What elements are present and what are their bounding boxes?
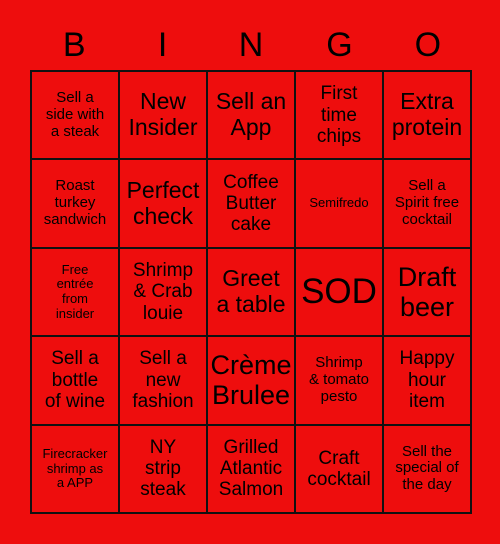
bingo-cell-label: Happy hour item xyxy=(399,348,455,413)
bingo-card: B I N G O Sell a side with a steak New I… xyxy=(0,0,500,544)
bingo-cell[interactable]: Semifredo xyxy=(296,160,384,249)
bingo-cell[interactable]: Firecracker shrimp as a APP xyxy=(32,425,120,514)
bingo-cell[interactable]: Sell a side with a steak xyxy=(32,72,120,161)
bingo-cell[interactable]: NY strip steak xyxy=(120,425,208,514)
bingo-cell[interactable]: Sell a new fashion xyxy=(120,337,208,426)
bingo-cell[interactable]: Draft beer xyxy=(384,248,472,338)
bingo-cell-label: Sell an App xyxy=(215,88,287,141)
bingo-cell[interactable]: Roast turkey sandwich xyxy=(32,160,120,249)
bingo-cell-label: First time chips xyxy=(316,83,362,147)
bingo-cell[interactable]: Greet a table xyxy=(208,248,296,338)
bingo-cell[interactable]: Sell a bottle of wine xyxy=(32,337,120,426)
bingo-cell-label: Sell a new fashion xyxy=(132,348,194,413)
bingo-cell[interactable]: Perfect check xyxy=(120,160,208,249)
bingo-cell-label: Semifredo xyxy=(309,195,369,211)
bingo-cell-label: Sell a side with a steak xyxy=(45,89,105,140)
bingo-cell-label: Firecracker shrimp as a APP xyxy=(42,445,108,491)
bingo-cell-label: SOD xyxy=(301,272,377,312)
bingo-cell-label: Grilled Atlantic Salmon xyxy=(218,436,284,501)
bingo-cell-label: Crème Brulee xyxy=(210,350,292,411)
bingo-cell-label: Coffee Butter cake xyxy=(223,171,279,236)
bingo-cell-label: Greet a table xyxy=(216,265,286,317)
bingo-cell-label: Craft cocktail xyxy=(307,447,371,490)
bingo-cell[interactable]: Coffee Butter cake xyxy=(208,160,296,249)
bingo-cell[interactable]: Craft cocktail xyxy=(296,425,384,514)
bingo-cell[interactable]: First time chips xyxy=(296,72,384,161)
header-letter-b: B xyxy=(62,26,86,64)
header-letter-g: G xyxy=(326,26,353,64)
bingo-cell-label: Sell a bottle of wine xyxy=(44,348,106,413)
header-letter-i: I xyxy=(157,26,168,64)
bingo-cell-label: Free entrée from insider xyxy=(55,261,95,321)
bingo-cell-label: Extra protein xyxy=(391,88,463,141)
bingo-cell-label: Shrimp & Crab louie xyxy=(132,260,194,324)
bingo-cell-label: Sell the special of the day xyxy=(395,442,459,494)
bingo-cell-label: Shrimp & tomato pesto xyxy=(308,354,370,405)
bingo-header: B I N G O xyxy=(30,22,472,68)
bingo-cell[interactable]: Happy hour item xyxy=(384,337,472,426)
bingo-cell[interactable]: Sell the special of the day xyxy=(384,425,472,514)
bingo-cell[interactable]: Extra protein xyxy=(384,72,472,161)
bingo-cell[interactable]: New Insider xyxy=(120,72,208,161)
bingo-cell[interactable]: SOD xyxy=(296,248,384,338)
bingo-cell[interactable]: Sell an App xyxy=(208,72,296,161)
bingo-cell[interactable]: Free entrée from insider xyxy=(32,248,120,338)
bingo-cell[interactable]: Shrimp & Crab louie xyxy=(120,248,208,338)
bingo-cell[interactable]: Shrimp & tomato pesto xyxy=(296,337,384,426)
bingo-cell-label: NY strip steak xyxy=(140,436,186,501)
bingo-cell-label: Sell a Spirit free cocktail xyxy=(394,177,460,228)
header-letter-n: N xyxy=(238,26,264,64)
bingo-cell[interactable]: Sell a Spirit free cocktail xyxy=(384,160,472,249)
bingo-cell-label: Perfect check xyxy=(126,176,200,229)
header-letter-o: O xyxy=(414,26,442,64)
bingo-cell-label: New Insider xyxy=(128,88,198,141)
bingo-cell-label: Draft beer xyxy=(397,261,457,322)
bingo-grid: Sell a side with a steak New Insider Sel… xyxy=(30,70,472,514)
bingo-cell[interactable]: Grilled Atlantic Salmon xyxy=(208,425,296,514)
bingo-cell-label: Roast turkey sandwich xyxy=(43,177,107,228)
bingo-cell[interactable]: Crème Brulee xyxy=(208,337,296,426)
